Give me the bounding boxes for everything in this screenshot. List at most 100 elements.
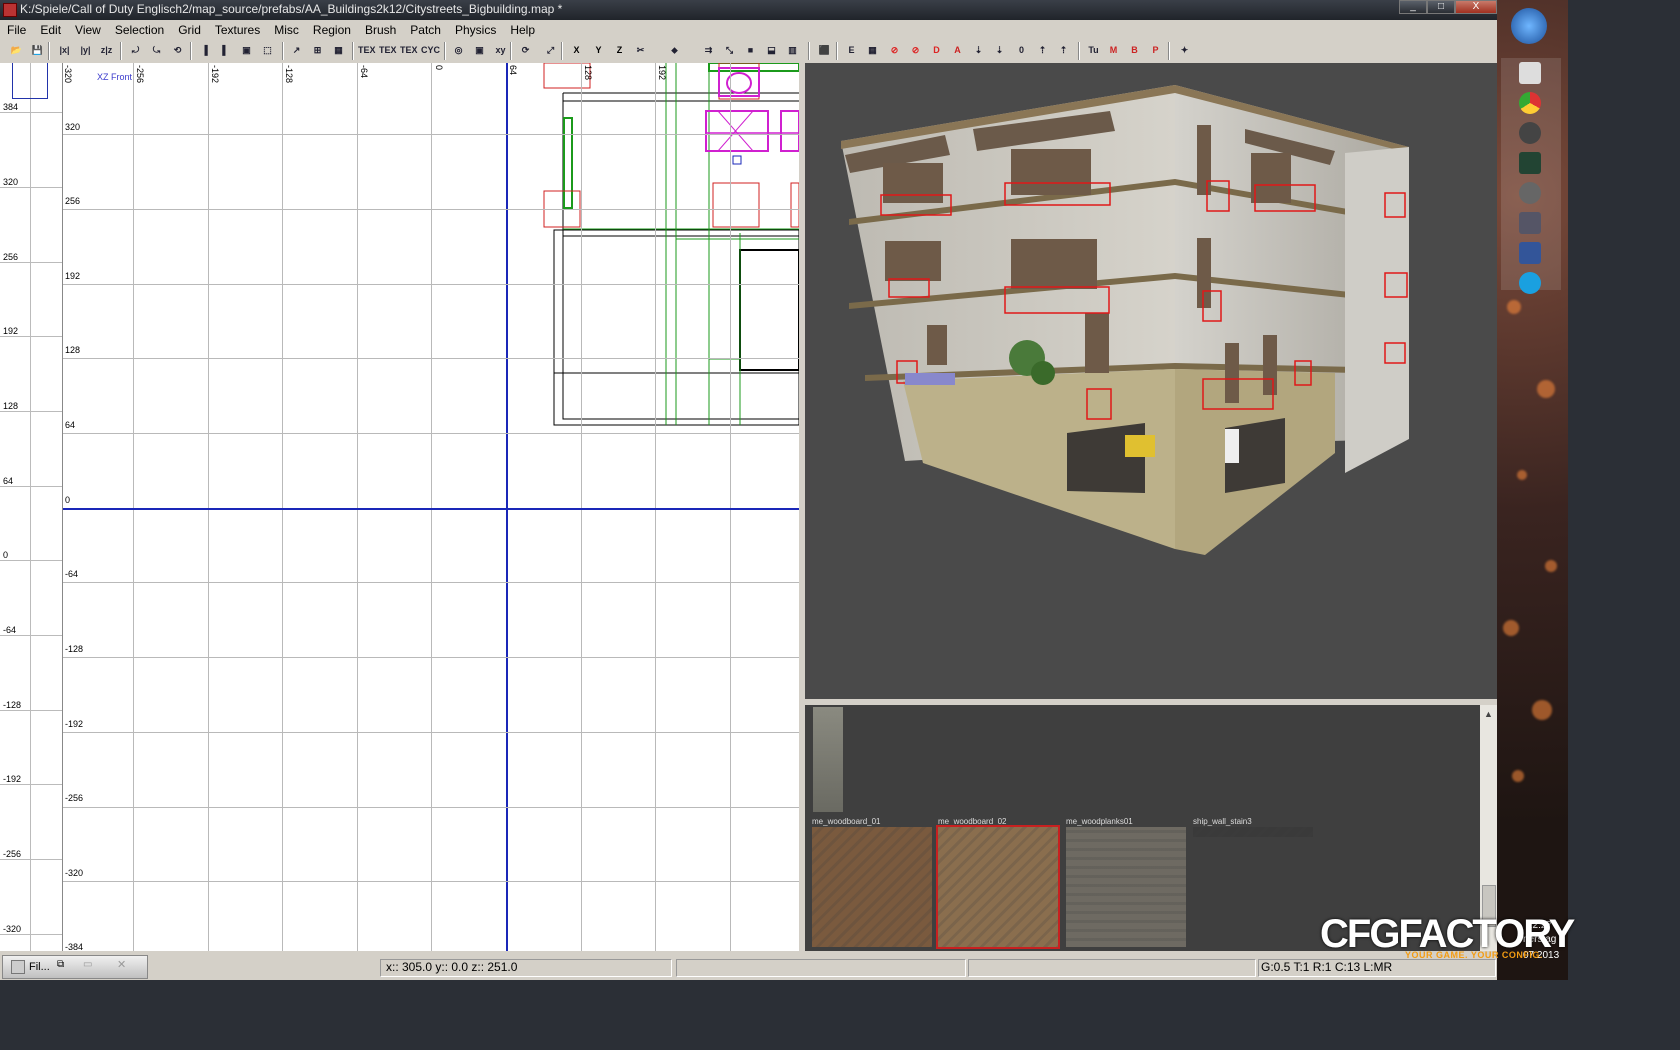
csg-icon[interactable]: B <box>1126 42 1143 59</box>
z-axis-icon[interactable]: ◎ <box>450 42 467 59</box>
patch-icon[interactable]: TEX <box>379 42 397 59</box>
rotate-x-icon[interactable]: ▥ <box>784 42 801 59</box>
status-pane <box>968 959 1256 977</box>
menu-edit[interactable]: Edit <box>33 23 68 37</box>
rotate-x-icon[interactable]: ⤾ <box>127 42 144 59</box>
menu-physics[interactable]: Physics <box>448 23 503 37</box>
restore-icon[interactable]: ⧉ <box>57 959 64 970</box>
y-axis-icon[interactable]: CYC <box>421 42 440 59</box>
rotate-y-icon[interactable]: ⤿ <box>148 42 165 59</box>
maximize-button[interactable]: □ <box>1427 0 1455 14</box>
flip-x-icon[interactable]: ⤡ <box>721 42 738 59</box>
entity-icon[interactable]: ▦ <box>864 42 881 59</box>
merge-icon[interactable]: ✦ <box>1176 42 1193 59</box>
x-axis-icon[interactable]: TEX <box>400 42 418 59</box>
rotate-z-icon[interactable]: E <box>843 42 860 59</box>
cycle-layer-icon[interactable]: ⇣ <box>970 42 987 59</box>
ruler-label: -192 <box>3 774 22 784</box>
minimized-window-button[interactable]: Fil... ⧉ ▭ ✕ <box>2 955 148 979</box>
rotate-y-icon[interactable]: ⬛ <box>816 42 833 59</box>
texture-fit-icon[interactable]: ↗ <box>288 42 305 59</box>
brush-icon[interactable]: 0 <box>1013 42 1030 59</box>
patch-icon[interactable]: ⇡ <box>1034 42 1051 59</box>
flip-y-icon[interactable]: ■ <box>742 42 759 59</box>
drag-icon[interactable]: ⤢ <box>542 42 559 59</box>
clipper-icon[interactable]: ▣ <box>238 42 255 59</box>
menu-brush[interactable]: Brush <box>358 23 403 37</box>
taskbar-pinned-apps[interactable] <box>1501 58 1561 294</box>
close-button[interactable]: X <box>1455 0 1497 14</box>
grid-label-x: -128 <box>284 65 294 84</box>
texture-flip-icon[interactable]: D <box>928 42 945 59</box>
save-icon[interactable]: ⇉ <box>700 42 717 59</box>
window-controls: _ □ X <box>1399 0 1497 14</box>
taskbar-app-icon[interactable] <box>1519 62 1541 84</box>
prefab-icon[interactable]: ✂ <box>632 42 649 59</box>
menu-selection[interactable]: Selection <box>108 23 171 37</box>
texture-flip-icon[interactable]: ⬚ <box>259 42 276 59</box>
steam-icon[interactable] <box>1519 122 1541 144</box>
csg-icon[interactable]: ▣ <box>471 42 488 59</box>
grid-label-x: -320 <box>63 65 73 84</box>
window-titlebar[interactable]: K:/Spiele/Call of Duty Englisch2/map_sou… <box>0 0 1497 20</box>
menu-textures[interactable]: Textures <box>208 23 267 37</box>
select-icon[interactable]: ▌ <box>217 42 234 59</box>
texture-thumbnail[interactable] <box>812 827 932 947</box>
rotate-z-icon[interactable]: ⟲ <box>169 42 186 59</box>
grid-label-z: -320 <box>65 868 84 878</box>
menu-help[interactable]: Help <box>503 23 542 37</box>
grid-label-z: 256 <box>65 196 81 206</box>
filter-icon[interactable]: X <box>568 42 585 59</box>
flip-x-icon[interactable]: |x| <box>56 42 73 59</box>
menu-region[interactable]: Region <box>306 23 358 37</box>
menu-view[interactable]: View <box>68 23 108 37</box>
menu-file[interactable]: File <box>0 23 33 37</box>
y-axis-icon[interactable]: Tu <box>1085 42 1102 59</box>
texture-thumbnail[interactable] <box>1193 827 1313 837</box>
brush-icon[interactable]: TEX <box>358 42 376 59</box>
start-button[interactable] <box>1511 8 1547 44</box>
camera-3d-view[interactable] <box>805 63 1497 699</box>
light-icon[interactable]: Y <box>590 42 607 59</box>
xz-front-grid-view[interactable]: XZ Front -320 -256 -192 -128 -64 0 64 12… <box>63 63 799 951</box>
texture-thumbnail[interactable] <box>1066 827 1186 947</box>
merge-icon[interactable]: ⟳ <box>517 42 534 59</box>
flip-z-icon[interactable]: z|z <box>98 42 115 59</box>
select-icon[interactable]: ⊘ <box>886 42 903 59</box>
open-icon[interactable]: 📂 <box>8 42 25 59</box>
open-icon[interactable]: ⬥ <box>666 42 683 59</box>
flip-y-icon[interactable]: |y| <box>77 42 94 59</box>
minimize-button[interactable]: _ <box>1399 0 1427 14</box>
chrome-icon[interactable] <box>1519 92 1541 114</box>
maximize-icon[interactable]: ▭ <box>83 959 92 970</box>
menu-misc[interactable]: Misc <box>267 23 306 37</box>
flip-z-icon[interactable]: ⬓ <box>763 42 780 59</box>
x-axis-icon[interactable]: ⇡ <box>1055 42 1072 59</box>
app-icon[interactable] <box>1519 212 1541 234</box>
camera-icon[interactable]: ▦ <box>330 42 347 59</box>
texture-thumbnail[interactable] <box>813 707 843 812</box>
texture-fit-icon[interactable]: A <box>949 42 966 59</box>
menu-patch[interactable]: Patch <box>403 23 448 37</box>
texture-thumbnail[interactable] <box>936 825 1060 949</box>
hollow-icon[interactable]: xy <box>492 42 509 59</box>
z-axis-icon[interactable]: M <box>1105 42 1122 59</box>
toolbar-separator <box>561 42 563 60</box>
app-icon[interactable] <box>1519 242 1541 264</box>
close-icon[interactable]: ✕ <box>117 958 126 971</box>
texture-name: me_woodboard_02 <box>938 817 1007 826</box>
app-icon[interactable] <box>1519 182 1541 204</box>
camera-icon[interactable]: ⇣ <box>991 42 1008 59</box>
entity-icon[interactable]: ▐ <box>196 42 213 59</box>
app-icon[interactable] <box>1519 152 1541 174</box>
grid-line-vertical <box>357 63 358 951</box>
ruler-tick <box>0 934 62 935</box>
model-icon[interactable]: Z <box>611 42 628 59</box>
menu-grid[interactable]: Grid <box>171 23 208 37</box>
clipper-icon[interactable]: ⊘ <box>907 42 924 59</box>
scroll-up-icon[interactable]: ▲ <box>1484 709 1493 719</box>
save-icon[interactable]: 💾 <box>29 42 46 59</box>
hollow-icon[interactable]: P <box>1147 42 1164 59</box>
cycle-layer-icon[interactable]: ⊞ <box>309 42 326 59</box>
skype-icon[interactable] <box>1519 272 1541 294</box>
